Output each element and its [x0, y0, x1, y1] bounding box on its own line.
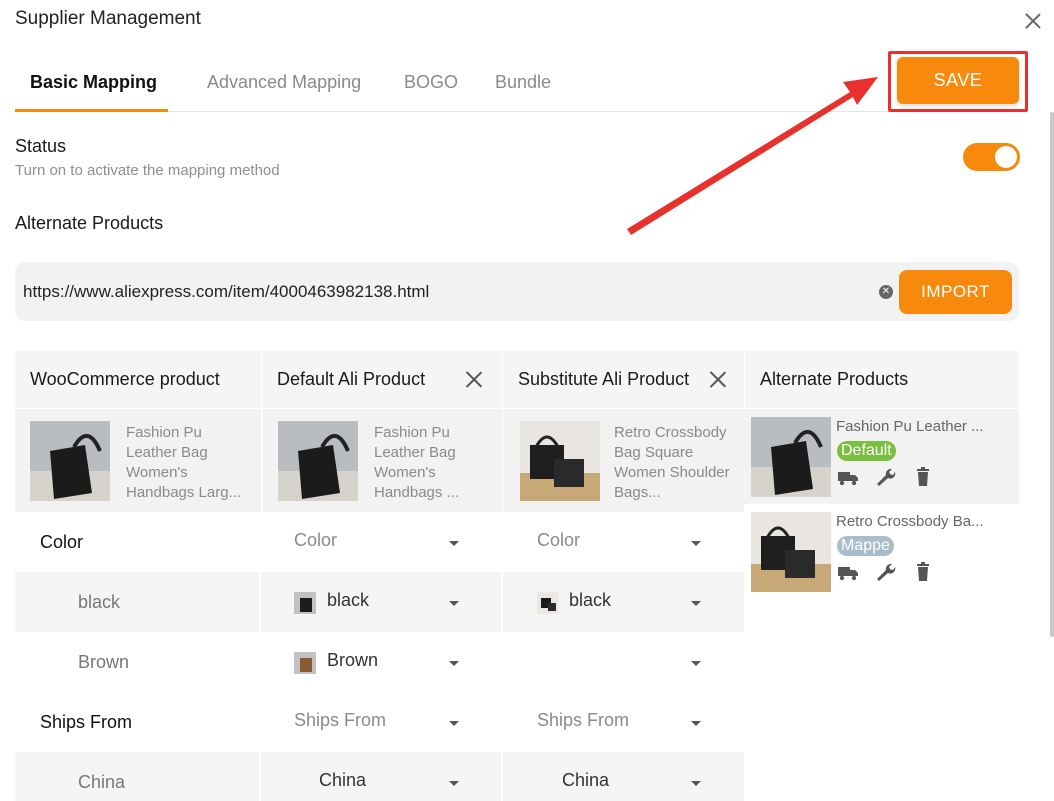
tab-bar: Basic Mapping Advanced Mapping BOGO Bund… [15, 60, 1019, 112]
substitute-black-value: black [569, 590, 612, 610]
attr-value-black: black [78, 592, 121, 612]
remove-substitute-icon[interactable] [709, 370, 727, 388]
active-tab-indicator [15, 109, 168, 112]
alternate-item[interactable]: Fashion Pu Leather ... Default [744, 409, 1019, 504]
default-product-image [278, 421, 358, 501]
scrollbar[interactable] [1050, 112, 1054, 637]
alternate-product-name: Retro Crossbody Ba... [836, 513, 984, 530]
default-color-value: Color [294, 530, 338, 550]
tab-advanced-mapping[interactable]: Advanced Mapping [207, 72, 361, 93]
alternate-products-label: Alternate Products [15, 213, 164, 233]
chevron-down-icon [691, 721, 701, 726]
woo-product-image [30, 421, 110, 501]
header-default-label: Default Ali Product [277, 369, 426, 389]
substitute-china-select[interactable]: China [503, 752, 744, 801]
chevron-down-icon [449, 601, 459, 606]
chevron-down-icon [691, 661, 701, 666]
product-url-input[interactable] [23, 275, 873, 309]
default-color-select[interactable]: Color [262, 512, 502, 572]
woo-product-cell: Fashion Pu Leather Bag Women's Handbags … [15, 409, 261, 512]
header-alternate: Alternate Products [745, 351, 1019, 408]
default-product-name: Fashion Pu Leather Bag Women's Handbags … [374, 424, 460, 501]
status-description: Turn on to activate the mapping method [15, 162, 280, 179]
shipping-truck-icon[interactable] [837, 562, 859, 582]
attr-row-brown: Brown Brown [15, 632, 744, 692]
header-alternate-label: Alternate Products [760, 369, 909, 389]
attr-value-brown: Brown [78, 652, 130, 672]
attr-label-ships-from: Ships From [40, 712, 133, 732]
status-label: Status [15, 136, 67, 156]
attr-row-china: China China China [15, 752, 744, 801]
trash-icon[interactable] [912, 467, 934, 487]
substitute-ships-from-select[interactable]: Ships From [503, 692, 744, 752]
alternate-product-image [751, 417, 831, 497]
default-ships-from-select[interactable]: Ships From [262, 692, 502, 752]
chevron-down-icon [691, 541, 701, 546]
black-swatch-image [537, 592, 559, 614]
default-black-value: black [327, 590, 370, 610]
brown-swatch-image [294, 652, 316, 674]
trash-icon[interactable] [912, 562, 934, 582]
import-button[interactable]: IMPORT [899, 270, 1012, 314]
column-divider [259, 572, 261, 632]
remove-default-icon[interactable] [465, 370, 483, 388]
chevron-down-icon [691, 781, 701, 786]
save-button[interactable]: SAVE [897, 57, 1019, 104]
woo-product-name: Fashion Pu Leather Bag Women's Handbags … [126, 424, 242, 501]
shipping-truck-icon[interactable] [837, 467, 859, 487]
tab-basic-mapping[interactable]: Basic Mapping [30, 72, 157, 93]
default-brown-select[interactable]: Brown [262, 632, 502, 692]
attr-row-ships-from: Ships From Ships From Ships From [15, 692, 744, 752]
alternate-product-name: Fashion Pu Leather ... [836, 418, 984, 435]
chevron-down-icon [449, 721, 459, 726]
import-url-bar: ✕ IMPORT [15, 262, 1019, 321]
header-substitute-label: Substitute Ali Product [518, 369, 690, 389]
header-woocommerce: WooCommerce product [15, 351, 261, 408]
attr-value-china: China [78, 772, 126, 792]
substitute-color-select[interactable]: Color [503, 512, 744, 572]
column-divider [259, 752, 261, 801]
toggle-knob [995, 146, 1017, 168]
substitute-product-cell: Retro Crossbody Bag Square Women Shoulde… [503, 409, 744, 512]
close-icon[interactable] [1022, 10, 1044, 32]
mapped-badge: Mappe [837, 536, 894, 556]
chevron-down-icon [449, 781, 459, 786]
default-badge: Default [837, 441, 896, 461]
substitute-color-value: Color [537, 530, 581, 550]
tab-bundle[interactable]: Bundle [495, 72, 551, 93]
substitute-brown-select[interactable] [503, 632, 744, 692]
attr-row-color: Color Color Color [15, 512, 744, 572]
alternate-products-list: Fashion Pu Leather ... Default Retro Cro… [744, 409, 1019, 801]
default-black-select[interactable]: black [262, 572, 502, 632]
alternate-item[interactable]: Retro Crossbody Ba... Mappe [744, 504, 1019, 599]
clear-icon[interactable]: ✕ [879, 285, 893, 299]
default-product-cell: Fashion Pu Leather Bag Women's Handbags … [263, 409, 502, 512]
substitute-product-image [520, 421, 600, 501]
wrench-icon[interactable] [874, 562, 896, 582]
black-swatch-image [294, 592, 316, 614]
modal-title: Supplier Management [15, 8, 201, 29]
attr-label-color: Color [40, 532, 84, 552]
wrench-icon[interactable] [874, 467, 896, 487]
status-toggle[interactable] [963, 143, 1020, 171]
chevron-down-icon [449, 541, 459, 546]
default-brown-value: Brown [327, 650, 379, 670]
header-woocommerce-label: WooCommerce product [30, 369, 220, 389]
default-china-select[interactable]: China [262, 752, 502, 801]
header-substitute-ali: Substitute Ali Product [503, 351, 744, 408]
chevron-down-icon [691, 601, 701, 606]
tab-bogo[interactable]: BOGO [404, 72, 458, 93]
header-default-ali: Default Ali Product [262, 351, 502, 408]
alternate-product-image [751, 512, 831, 592]
default-ships-from-value: Ships From [294, 710, 387, 730]
substitute-product-name: Retro Crossbody Bag Square Women Shoulde… [614, 424, 730, 501]
substitute-ships-from-value: Ships From [537, 710, 630, 730]
substitute-china-value: China [562, 770, 610, 790]
default-china-value: China [319, 770, 367, 790]
chevron-down-icon [449, 661, 459, 666]
attr-row-black: black black black [15, 572, 744, 632]
substitute-black-select[interactable]: black [503, 572, 744, 632]
